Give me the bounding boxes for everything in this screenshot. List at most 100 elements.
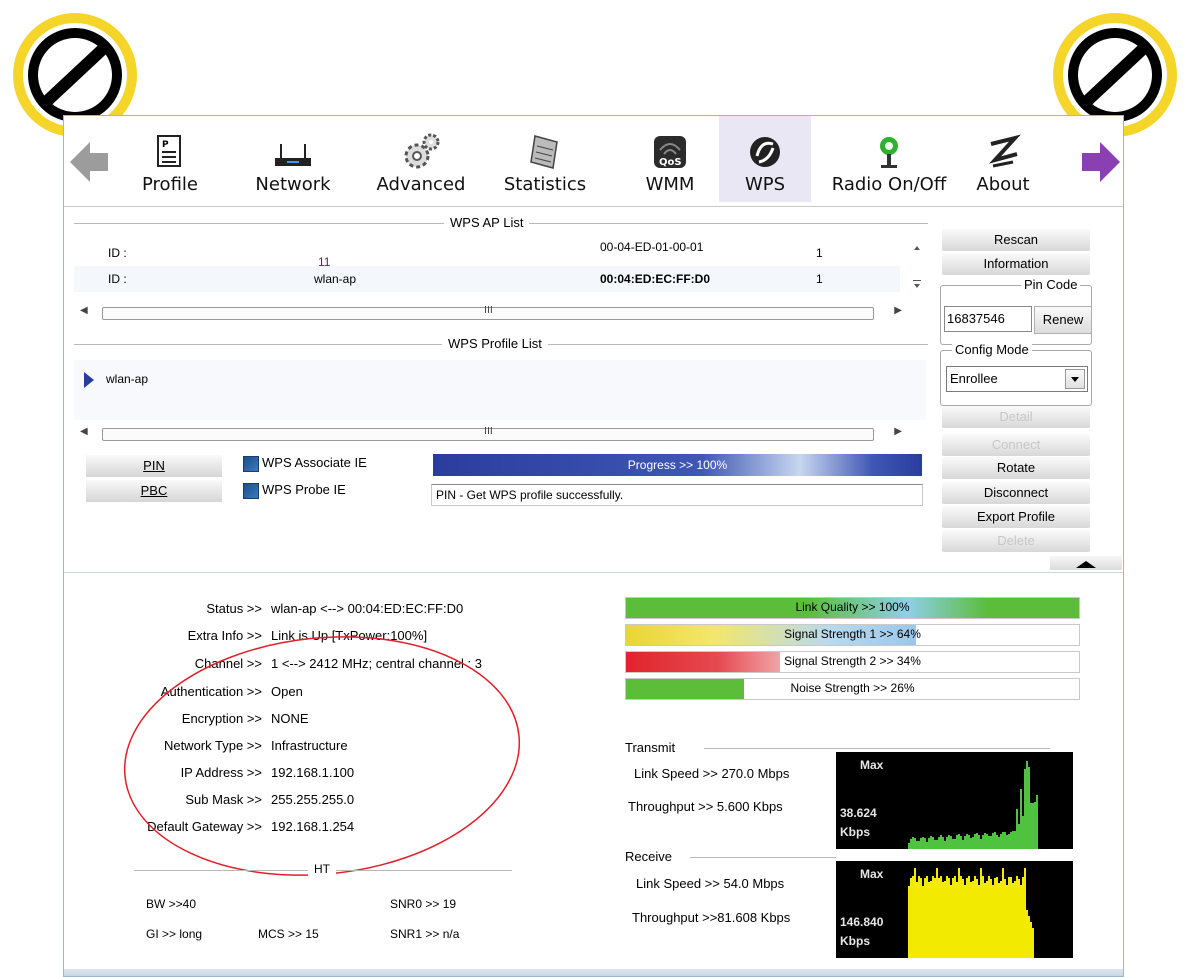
graph-bar: [994, 878, 996, 958]
graph-bar: [1002, 868, 1004, 958]
chevron-down-icon[interactable]: [1065, 369, 1085, 389]
tab-radio-onoff[interactable]: Radio On/Off: [826, 116, 952, 202]
pin-button[interactable]: PIN: [86, 455, 222, 477]
tab-network[interactable]: Network: [242, 116, 344, 202]
graph-bar: [1004, 832, 1006, 849]
graph-bar: [934, 878, 936, 958]
scroll-right-icon[interactable]: ▶: [894, 426, 902, 437]
graph-bar: [1012, 883, 1014, 958]
tab-about[interactable]: About: [964, 116, 1042, 202]
graph-bar: [990, 879, 992, 958]
collapse-button[interactable]: [1050, 556, 1122, 570]
gi-value: GI >> long: [146, 927, 203, 941]
delete-button[interactable]: Delete: [942, 530, 1090, 552]
vertical-scrollbar[interactable]: [910, 238, 924, 294]
transmit-title: Transmit: [625, 740, 682, 755]
graph-bar: [1020, 789, 1022, 849]
graph-bar: [946, 876, 948, 958]
graph-bar: [948, 878, 950, 958]
wps-associate-ie-label: WPS Associate IE: [262, 455, 367, 470]
graph-bar: [910, 839, 912, 849]
disconnect-button[interactable]: Disconnect: [942, 482, 1090, 504]
export-profile-button[interactable]: Export Profile: [942, 506, 1090, 528]
graph-bar: [986, 881, 988, 958]
detail-button[interactable]: Detail: [942, 406, 1090, 428]
renew-button[interactable]: Renew: [1034, 306, 1092, 334]
graph-bar: [924, 838, 926, 849]
list-item[interactable]: ID : wlan-ap 00:04:ED:EC:FF:D0 1: [74, 266, 900, 292]
scroll-grip[interactable]: III: [484, 305, 493, 316]
connect-button[interactable]: Connect: [942, 434, 1090, 456]
tab-label: WMM: [645, 174, 695, 195]
connect-label: Connect: [991, 437, 1041, 452]
wps-probe-ie-checkbox[interactable]: [243, 483, 259, 499]
delete-label: Delete: [997, 533, 1035, 548]
horizontal-scrollbar[interactable]: ◀ III ▶: [74, 426, 902, 442]
horizontal-scrollbar[interactable]: ◀ III ▶: [74, 305, 902, 321]
graph-bar: [912, 876, 914, 958]
snr0-value: SNR0 >> 19: [390, 897, 457, 911]
pin-code-field[interactable]: 16837546: [944, 306, 1032, 332]
graph-bar: [930, 836, 932, 849]
bw-value: BW >>40: [146, 897, 197, 911]
graph-bar: [908, 886, 910, 958]
pin-button-label: PIN: [143, 458, 165, 473]
divider: [690, 857, 836, 858]
tab-advanced[interactable]: Advanced: [366, 116, 476, 202]
graph-bar: [988, 876, 990, 958]
wps-progress-bar: Progress >> 100%: [433, 454, 922, 476]
graph-bar: [964, 885, 966, 958]
wps-icon: [750, 137, 780, 167]
tab-label: WPS: [744, 174, 786, 195]
signal-strength-1-text: Signal Strength 1 >> 64%: [784, 627, 921, 641]
graph-bar: [982, 835, 984, 849]
utility-window: P Profile Network Advanced Statistics Qo…: [63, 115, 1124, 977]
wps-profile-list-title: WPS Profile List: [442, 336, 548, 351]
graph-bar: [968, 876, 970, 958]
graph-bar: [920, 838, 922, 849]
pin-code-value: 16837546: [947, 311, 1005, 326]
graph-bar: [970, 838, 972, 849]
scroll-grip[interactable]: III: [484, 426, 493, 437]
rescan-button[interactable]: Rescan: [942, 229, 1090, 251]
config-mode-select[interactable]: Enrollee: [946, 366, 1088, 392]
receive-graph-unit: Kbps: [840, 934, 870, 948]
ap-id-label: ID :: [108, 246, 127, 260]
scroll-right-icon[interactable]: ▶: [894, 305, 902, 316]
graph-bar: [1000, 881, 1002, 958]
tab-statistics[interactable]: Statistics: [490, 116, 600, 202]
tab-wps[interactable]: WPS: [719, 116, 811, 202]
scroll-left-icon[interactable]: ◀: [80, 305, 88, 316]
rotate-button[interactable]: Rotate: [942, 457, 1090, 479]
graph-bar: [952, 878, 954, 958]
renew-label: Renew: [1042, 312, 1084, 327]
list-item[interactable]: wlan-ap: [74, 370, 914, 396]
pbc-button[interactable]: PBC: [86, 480, 222, 502]
wps-ap-list-title: WPS AP List: [444, 215, 530, 230]
graph-bar: [942, 837, 944, 849]
graph-bar: [920, 878, 922, 958]
graph-bar: [1028, 767, 1030, 849]
graph-bar: [1022, 877, 1024, 958]
forward-arrow-icon[interactable]: [1082, 142, 1120, 182]
information-button[interactable]: Information: [942, 253, 1090, 275]
graph-bar: [960, 876, 962, 958]
graph-bar: [1030, 922, 1032, 958]
graph-bar: [966, 878, 968, 958]
list-item[interactable]: ID : 11 00-04-ED-01-00-01 1: [74, 240, 900, 269]
tab-profile[interactable]: P Profile: [122, 116, 218, 202]
tab-wmm[interactable]: QoS WMM: [620, 116, 720, 202]
graph-bar: [1032, 803, 1034, 849]
transmit-graph-unit: Kbps: [840, 825, 870, 839]
graph-bar: [916, 882, 918, 958]
wps-associate-ie-checkbox[interactable]: [243, 456, 259, 472]
graph-bar: [928, 882, 930, 958]
graph-bar: [964, 836, 966, 849]
detail-label: Detail: [999, 409, 1033, 424]
graph-bar: [916, 841, 918, 849]
graph-bar: [982, 876, 984, 958]
scroll-left-icon[interactable]: ◀: [80, 426, 88, 437]
graph-bar: [1024, 868, 1026, 958]
back-arrow-icon[interactable]: [70, 142, 108, 182]
graph-bar: [980, 868, 982, 958]
